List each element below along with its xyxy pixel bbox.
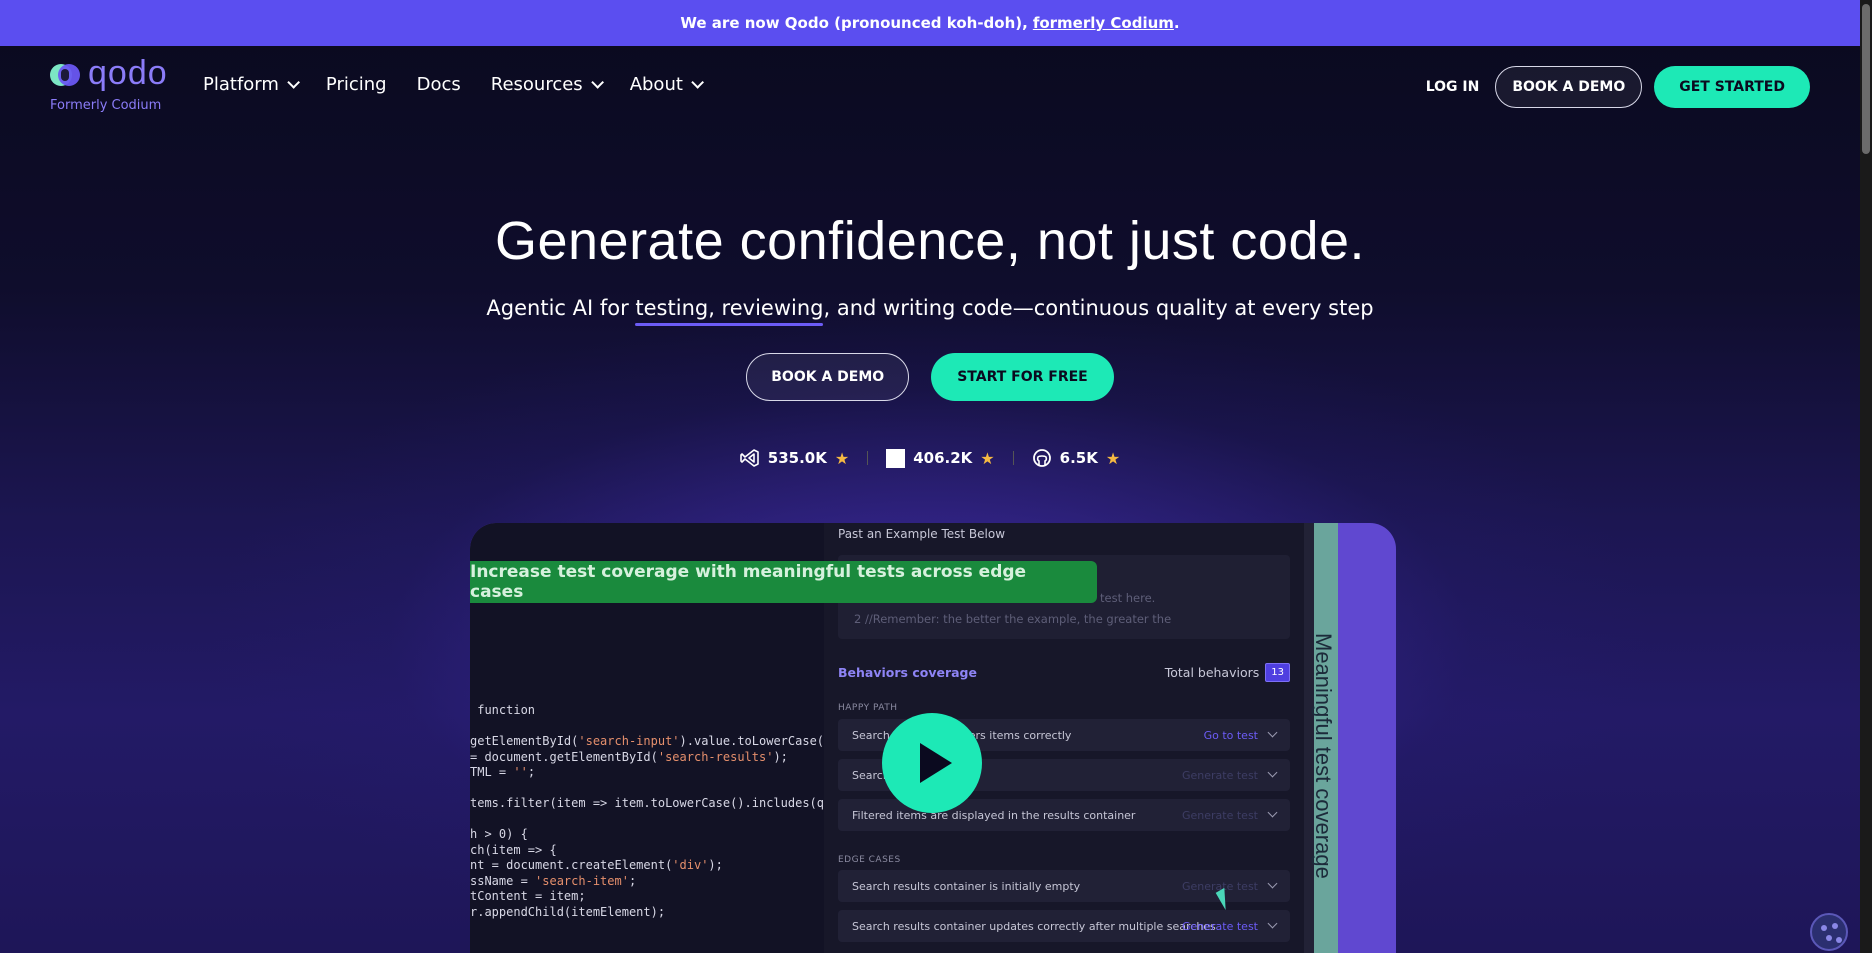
hero-book-demo-button[interactable]: BOOK A DEMO [746, 353, 910, 401]
stats-row: 535.0K ★ 406.2K ★ 6.5K ★ [0, 448, 1860, 468]
chevron-down-icon [287, 76, 300, 89]
hero-subtitle-start: Agentic AI for [486, 296, 636, 320]
total-count-badge: 13 [1265, 663, 1290, 682]
code-line: ch(item => { [470, 842, 557, 857]
play-button[interactable] [882, 713, 982, 813]
code-line: nt = document.createElement('div'); [470, 858, 723, 872]
happy-path-label: HAPPY PATH [838, 703, 898, 713]
logo-wordmark: qodo [88, 54, 168, 92]
chevron-down-icon [590, 76, 604, 89]
hero-title: Generate confidence, not just code. [494, 211, 1366, 271]
hero-subtitle-highlight: testing, reviewing [635, 296, 824, 320]
main-nav: qodo Formerly Codium Platform Pricing Do… [0, 46, 1860, 126]
hero-subtitle: Agentic AI for testing, reviewing, and w… [0, 296, 1860, 320]
editor-line: 2 //Remember: the better the example, th… [854, 612, 1172, 626]
code-line: h > 0) { [470, 827, 528, 841]
logo-subtitle: Formerly Codium [50, 98, 162, 113]
behaviors-coverage-header: Behaviors coverage Total behaviors 13 [838, 663, 1290, 682]
code-line: ssName = 'search-item'; [470, 873, 637, 888]
stat-github[interactable]: 6.5K ★ [1032, 448, 1121, 468]
behavior-action[interactable]: Generate test [1182, 769, 1258, 782]
divider [1012, 451, 1014, 465]
star-icon: ★ [980, 448, 995, 468]
editor-line: test here. [1100, 591, 1156, 605]
chevron-down-icon[interactable] [1267, 878, 1278, 889]
hero-subtitle-end: , and writing code—continuous quality at… [823, 296, 1374, 320]
nav-menu: Platform Pricing Docs Resources About [203, 74, 704, 95]
code-line: function [470, 703, 536, 717]
star-icon: ★ [834, 448, 850, 468]
nav-item-label: Platform [203, 74, 279, 95]
chevron-down-icon[interactable] [1267, 807, 1278, 818]
stat-value: 6.5K [1059, 449, 1098, 467]
nav-item-pricing[interactable]: Pricing [326, 74, 387, 95]
behavior-action[interactable]: Generate test [1182, 809, 1258, 822]
nav-item-label: Pricing [325, 74, 387, 95]
total-label: Total behaviors [1164, 665, 1260, 680]
chevron-down-icon[interactable] [1267, 767, 1278, 778]
get-started-button[interactable]: GET STARTED [1654, 66, 1810, 108]
code-line: TML = ''; [470, 765, 536, 779]
scrollbar-thumb[interactable] [1862, 4, 1870, 154]
nav-actions: LOG IN BOOK A DEMO GET STARTED [1426, 66, 1810, 108]
behavior-action[interactable]: Go to test [1204, 729, 1258, 742]
login-link[interactable]: LOG IN [1426, 79, 1480, 95]
book-demo-button[interactable]: BOOK A DEMO [1495, 66, 1643, 108]
stat-jetbrains[interactable]: 406.2K ★ [886, 448, 995, 468]
announcement-text: We are now Qodo (pronounced koh-doh), [680, 14, 1028, 32]
vscode-icon [739, 448, 760, 468]
nav-item-about[interactable]: About [629, 74, 704, 95]
demo-video[interactable]: function getElementById('search-input').… [470, 523, 1396, 953]
code-line: = document.getElementById('search-result… [470, 749, 788, 764]
behavior-text: Search results container updates correct… [852, 919, 1216, 933]
behaviors-title: Behaviors coverage [838, 665, 977, 680]
video-banner: Increase test coverage with meaningful t… [470, 561, 1097, 603]
behavior-row[interactable]: Search results container updates correct… [838, 910, 1290, 942]
announcement-suffix: . [1173, 14, 1180, 32]
chevron-down-icon [691, 76, 704, 89]
play-icon [920, 743, 952, 783]
chevron-down-icon[interactable] [1267, 727, 1278, 738]
star-icon: ★ [1105, 448, 1121, 468]
edge-cases-label: EDGE CASES [838, 855, 901, 865]
announcement-bar: We are now Qodo (pronounced koh-doh), fo… [0, 0, 1860, 46]
code-line: tems.filter(item => item.toLowerCase().i… [470, 796, 825, 810]
total-behaviors: Total behaviors 13 [1165, 663, 1290, 682]
nav-item-label: About [629, 74, 683, 95]
qodo-logo-icon [50, 64, 80, 88]
github-icon [1032, 448, 1052, 468]
panel-header: Past an Example Test Below [838, 527, 1006, 541]
behavior-text: Filtered items are displayed in the resu… [852, 808, 1136, 822]
code-line: r.appendChild(itemElement); [470, 904, 666, 919]
behavior-action[interactable]: Generate test [1182, 920, 1258, 933]
chevron-down-icon[interactable] [1267, 918, 1278, 929]
stat-vscode[interactable]: 535.0K ★ [739, 448, 850, 468]
side-label: Meaningful test coverage [1311, 633, 1336, 879]
behavior-text: Search results container is initially em… [852, 879, 1081, 893]
stat-value: 406.2K [913, 449, 973, 467]
stat-value: 535.0K [767, 449, 827, 467]
hero-cta-group: BOOK A DEMO START FOR FREE [0, 353, 1860, 401]
nav-item-label: Resources [490, 74, 583, 95]
nav-item-label: Docs [416, 74, 461, 95]
page: We are now Qodo (pronounced koh-doh), fo… [0, 0, 1860, 953]
scrollbar[interactable] [1860, 0, 1872, 953]
nav-item-docs[interactable]: Docs [417, 74, 461, 95]
divider [867, 451, 869, 465]
code-line: getElementById('search-input').value.toL… [470, 734, 825, 748]
nav-item-resources[interactable]: Resources [490, 74, 604, 95]
jetbrains-icon [886, 448, 906, 468]
code-line: tContent = item; [470, 889, 586, 903]
cookie-settings-icon[interactable] [1810, 913, 1848, 951]
announcement-link[interactable]: formerly Codium [1033, 14, 1174, 32]
start-for-free-button[interactable]: START FOR FREE [931, 353, 1114, 401]
nav-item-platform[interactable]: Platform [203, 74, 300, 95]
code-block: function getElementById('search-input').… [470, 703, 824, 920]
